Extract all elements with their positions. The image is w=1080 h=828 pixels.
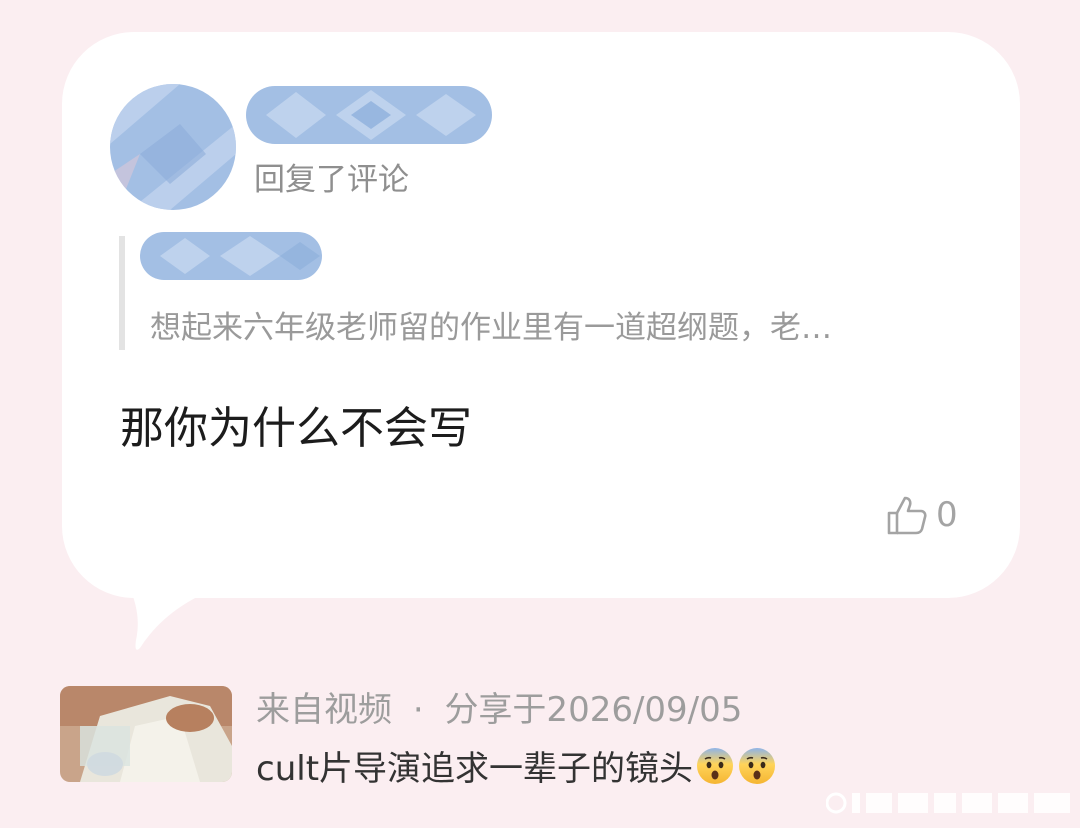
- reply-text[interactable]: 那你为什么不会写: [120, 392, 472, 456]
- source-line: 来自视频 · 分享于2026/09/05: [256, 682, 742, 731]
- quote-bar: [119, 236, 125, 350]
- speech-bubble-tail: [128, 584, 228, 650]
- avatar-redaction: [110, 84, 236, 210]
- quoted-username-redaction[interactable]: [140, 232, 322, 280]
- action-text: 回复了评论: [254, 162, 409, 198]
- video-thumbnail[interactable]: [60, 686, 232, 782]
- origin-label: 来自视频: [256, 690, 392, 730]
- quoted-comment[interactable]: 想起来六年级老师留的作业里有一道超纲题，老…: [150, 302, 832, 347]
- username-redaction[interactable]: [246, 86, 492, 144]
- share-date: 分享于2026/09/05: [444, 690, 743, 730]
- anxious-face-emoji-icon: [697, 747, 734, 784]
- avatar[interactable]: [110, 84, 236, 210]
- watermark-logo: [826, 792, 1070, 814]
- video-caption-line[interactable]: cult片导演追求一辈子的镜头: [256, 741, 777, 790]
- separator: ·: [412, 690, 424, 730]
- video-caption: cult片导演追求一辈子的镜头: [256, 749, 694, 789]
- anxious-face-emoji-icon: [739, 747, 776, 784]
- thumbs-up-icon: [887, 496, 927, 535]
- like-button[interactable]: 0: [886, 492, 958, 538]
- like-count: 0: [936, 495, 958, 535]
